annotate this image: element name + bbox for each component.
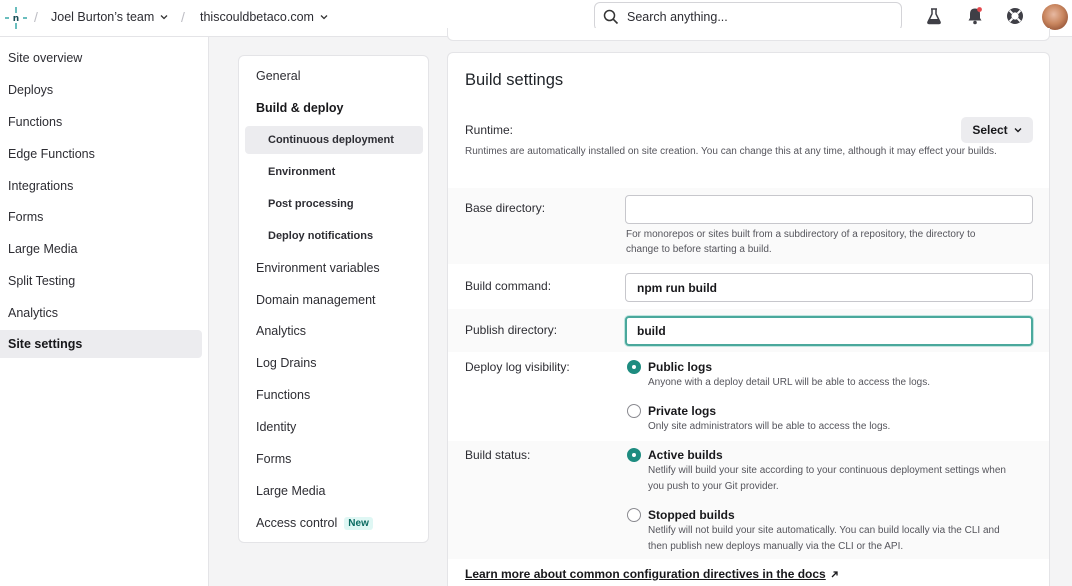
breadcrumb-separator: /	[181, 9, 185, 25]
select-label: Select	[972, 123, 1008, 137]
publish-directory-label: Publish directory:	[465, 323, 558, 337]
sidebar-item-split-testing[interactable]: Split Testing	[0, 267, 202, 295]
subnav-item-deploy-notifications[interactable]: Deploy notifications	[245, 222, 423, 250]
subnav-item-general[interactable]: General	[245, 62, 423, 90]
sidebar-item-integrations[interactable]: Integrations	[0, 172, 202, 200]
svg-text:n: n	[13, 14, 19, 24]
docs-link[interactable]: Learn more about common configuration di…	[465, 567, 839, 581]
subnav-item-build-deploy[interactable]: Build & deploy	[245, 94, 423, 122]
sidebar-item-deploys[interactable]: Deploys	[0, 76, 202, 104]
subnav-item-continuous-deployment[interactable]: Continuous deployment	[245, 126, 423, 154]
team-switcher[interactable]: Joel Burton’s team	[51, 10, 168, 24]
sidebar-item-large-media[interactable]: Large Media	[0, 235, 202, 263]
runtime-label: Runtime:	[465, 123, 514, 137]
subnav-item-log-drains[interactable]: Log Drains	[245, 349, 423, 377]
deploy-log-visibility-label: Deploy log visibility:	[465, 360, 570, 374]
base-directory-input[interactable]	[625, 195, 1033, 224]
site-sidebar: Site overview Deploys Functions Edge Fun…	[0, 37, 209, 586]
public-logs-title: Public logs	[648, 360, 713, 374]
subnav-item-functions[interactable]: Functions	[245, 381, 423, 409]
team-name: Joel Burton’s team	[51, 10, 155, 24]
chevron-down-icon	[1014, 128, 1022, 133]
publish-directory-input[interactable]: build	[625, 316, 1033, 346]
chevron-down-icon	[320, 15, 328, 20]
previous-card-edge	[447, 28, 1050, 41]
runtime-select-button[interactable]: Select	[961, 117, 1033, 143]
sidebar-item-edge-functions[interactable]: Edge Functions	[0, 140, 202, 168]
build-command-label: Build command:	[465, 279, 552, 293]
subnav-item-domain-management[interactable]: Domain management	[245, 286, 423, 314]
stopped-builds-title: Stopped builds	[648, 508, 735, 522]
breadcrumb-separator: /	[34, 9, 38, 25]
settings-subnav: General Build & deploy Continuous deploy…	[238, 55, 429, 543]
stopped-builds-description-line-2: then publish new deploys manually via th…	[648, 541, 904, 552]
subnav-item-access-control[interactable]: Access control New	[245, 509, 423, 537]
docs-link-label: Learn more about common configuration di…	[465, 567, 826, 581]
page-title: Build settings	[465, 71, 564, 89]
user-avatar[interactable]	[1042, 4, 1068, 30]
notifications-bell-icon[interactable]	[965, 6, 985, 26]
labs-flask-icon[interactable]	[924, 6, 944, 26]
build-settings-card: Build settings Runtime: Select Runtimes …	[447, 52, 1050, 586]
subnav-item-environment-variables[interactable]: Environment variables	[245, 254, 423, 282]
subnav-item-forms[interactable]: Forms	[245, 445, 423, 473]
stopped-builds-radio[interactable]	[627, 508, 641, 522]
subnav-item-large-media[interactable]: Large Media	[245, 477, 423, 505]
sidebar-item-analytics[interactable]: Analytics	[0, 299, 202, 327]
new-badge: New	[344, 516, 373, 530]
sidebar-item-functions[interactable]: Functions	[0, 108, 202, 136]
subnav-item-label: Access control	[256, 516, 338, 530]
private-logs-description: Only site administrators will be able to…	[648, 421, 891, 432]
subnav-item-analytics[interactable]: Analytics	[245, 317, 423, 345]
sidebar-item-site-settings[interactable]: Site settings	[0, 330, 202, 358]
build-command-input[interactable]: npm run build	[625, 273, 1033, 302]
private-logs-title: Private logs	[648, 404, 717, 418]
chevron-down-icon	[160, 15, 168, 20]
stopped-builds-description-line-1: Netlify will not build your site automat…	[648, 525, 1000, 536]
help-lifebuoy-icon[interactable]	[1005, 6, 1025, 26]
private-logs-radio[interactable]	[627, 404, 641, 418]
subnav-item-environment[interactable]: Environment	[245, 158, 423, 186]
site-name: thiscouldbetaco.com	[200, 10, 314, 24]
sidebar-item-forms[interactable]: Forms	[0, 203, 202, 231]
search-placeholder: Search anything...	[627, 9, 728, 24]
subnav-item-identity[interactable]: Identity	[245, 413, 423, 441]
active-builds-description-line-2: you push to your Git provider.	[648, 481, 779, 492]
netlify-logo-icon[interactable]: n	[4, 6, 28, 30]
public-logs-radio[interactable]	[627, 360, 641, 374]
sidebar-item-site-overview[interactable]: Site overview	[0, 44, 202, 72]
subnav-item-post-processing[interactable]: Post processing	[245, 190, 423, 218]
site-switcher[interactable]: thiscouldbetaco.com	[200, 10, 328, 24]
active-builds-description-line-1: Netlify will build your site according t…	[648, 465, 1006, 476]
search-icon	[603, 9, 619, 24]
base-directory-help-line-2: change to before starting a build.	[626, 244, 772, 255]
public-logs-description: Anyone with a deploy detail URL will be …	[648, 377, 931, 388]
build-status-label: Build status:	[465, 448, 531, 462]
runtime-help-text: Runtimes are automatically installed on …	[465, 146, 997, 157]
search-input[interactable]: Search anything...	[594, 2, 902, 31]
base-directory-label: Base directory:	[465, 201, 546, 215]
external-link-arrow-icon	[831, 570, 838, 577]
active-builds-title: Active builds	[648, 448, 723, 462]
base-directory-help-line-1: For monorepos or sites built from a subd…	[626, 229, 976, 240]
active-builds-radio[interactable]	[627, 448, 641, 462]
